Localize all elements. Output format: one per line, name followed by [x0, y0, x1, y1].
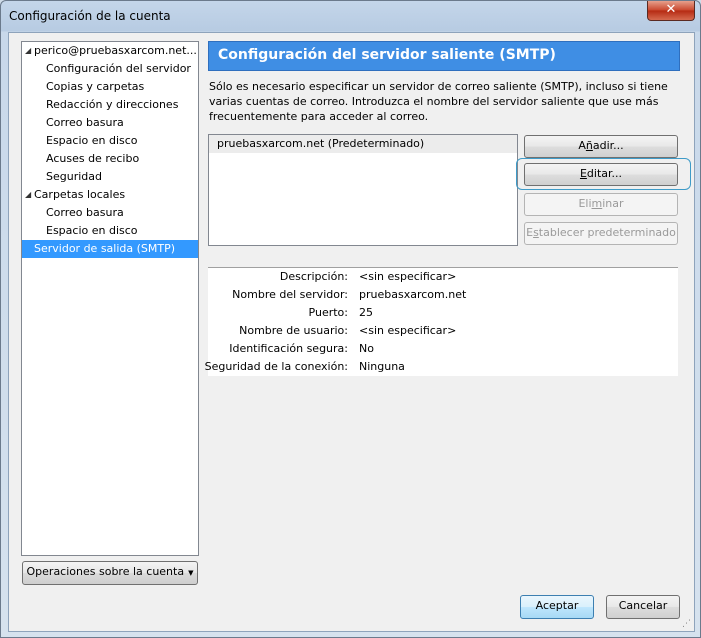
panel-header: Configuración del servidor saliente (SMT… [208, 41, 680, 71]
detail-label: Nombre del servidor: [232, 288, 348, 301]
panel-title: Configuración del servidor saliente (SMT… [218, 47, 556, 63]
tree-item-composition[interactable]: Redacción y direcciones [22, 96, 198, 114]
detail-value: Ninguna [359, 360, 405, 373]
remove-label-end: inar [602, 197, 624, 210]
tree-item-label: Seguridad [46, 170, 102, 183]
detail-value: <sin especificar> [359, 324, 457, 337]
tree-item-label: Copias y carpetas [46, 80, 145, 93]
tree-item-server-settings[interactable]: Configuración del servidor [22, 60, 198, 78]
add-label-accel: ñ [585, 139, 593, 152]
remove-button[interactable]: Eliminar [524, 193, 678, 216]
edit-label-end: ditar... [586, 167, 623, 180]
list-item[interactable]: pruebasxarcom.net (Predeterminado) [209, 135, 517, 153]
expand-triangle-icon[interactable]: ◢ [25, 42, 31, 60]
detail-label: Puerto: [308, 306, 348, 319]
set-default-button[interactable]: Establecer predeterminado [524, 222, 678, 245]
tree-item-smtp[interactable]: Servidor de salida (SMTP) [22, 240, 198, 258]
detail-row: Nombre de usuario: <sin especificar> [208, 322, 678, 340]
remove-label-accel: m [591, 197, 603, 210]
detail-label: Identificación segura: [229, 342, 348, 355]
expand-triangle-icon[interactable]: ◢ [25, 186, 31, 204]
title-bar[interactable]: Configuración de la cuenta ✕ [1, 1, 700, 31]
resize-grip-icon[interactable]: ⋰ [682, 619, 692, 629]
detail-value: pruebasxarcom.net [359, 288, 467, 301]
tree-item-label: Carpetas locales [34, 188, 126, 201]
tree-item-label: Servidor de salida (SMTP) [34, 242, 176, 255]
detail-row: Nombre del servidor: pruebasxarcom.net [208, 286, 678, 304]
ok-label: Aceptar [535, 599, 579, 612]
tree-item-label: Correo basura [46, 116, 124, 129]
close-icon: ✕ [665, 2, 677, 17]
tree-item-local-disk-space[interactable]: Espacio en disco [22, 222, 198, 240]
account-tree[interactable]: ◢ perico@pruebasxarcom.net... Configurac… [21, 41, 199, 556]
tree-item-disk-space[interactable]: Espacio en disco [22, 132, 198, 150]
dialog-client-area: ◢ perico@pruebasxarcom.net... Configurac… [8, 32, 695, 632]
tree-item-label: Espacio en disco [46, 224, 138, 237]
detail-value: No [359, 342, 374, 355]
account-actions-label: Operaciones sobre la cuenta [26, 565, 185, 578]
panel-description: Sólo es necesario especificar un servido… [209, 80, 668, 123]
remove-label-start: Eli [578, 197, 592, 210]
detail-label: Seguridad de la conexión: [204, 360, 348, 373]
close-button[interactable]: ✕ [647, 1, 695, 21]
tree-item-receipts[interactable]: Acuses de recibo [22, 150, 198, 168]
window-title: Configuración de la cuenta [9, 9, 171, 23]
tree-item-label: Acuses de recibo [46, 152, 140, 165]
edit-button[interactable]: Editar... [524, 163, 678, 186]
add-button[interactable]: Añadir... [524, 135, 678, 158]
tree-item-security[interactable]: Seguridad [22, 168, 198, 186]
tree-item-label: perico@pruebasxarcom.net... [34, 44, 197, 57]
tree-item-account[interactable]: ◢ perico@pruebasxarcom.net... [22, 42, 198, 60]
cancel-button[interactable]: Cancelar [606, 595, 680, 619]
ok-button[interactable]: Aceptar [520, 595, 594, 619]
tree-item-label: Correo basura [46, 206, 124, 219]
account-actions-button[interactable]: Operaciones sobre la cuenta ▼ [22, 561, 198, 585]
detail-label: Nombre de usuario: [239, 324, 348, 337]
account-settings-window: Configuración de la cuenta ✕ ◢ perico@pr… [0, 0, 701, 638]
detail-row: Seguridad de la conexión: Ninguna [204, 358, 678, 376]
tree-item-label: Redacción y direcciones [46, 98, 179, 111]
smtp-server-list[interactable]: pruebasxarcom.net (Predeterminado) [208, 134, 518, 246]
tree-item-label: Configuración del servidor [46, 62, 191, 75]
tree-item-label: Espacio en disco [46, 134, 138, 147]
dropdown-arrow-icon: ▼ [188, 569, 194, 577]
detail-row: Descripción: <sin especificar> [208, 268, 678, 286]
detail-row: Puerto: 25 [208, 304, 678, 322]
server-name: pruebasxarcom.net (Predeterminado) [217, 137, 425, 150]
tree-item-local-junk[interactable]: Correo basura [22, 204, 198, 222]
detail-row: Identificación segura: No [208, 340, 678, 358]
detail-value: 25 [359, 306, 373, 319]
tree-item-junk[interactable]: Correo basura [22, 114, 198, 132]
server-details: Descripción: <sin especificar> Nombre de… [204, 267, 678, 376]
cancel-label: Cancelar [618, 599, 668, 612]
set-default-label-end: tablecer predeterminado [538, 226, 676, 239]
tree-item-local-folders[interactable]: ◢ Carpetas locales [22, 186, 198, 204]
add-label-start: A [578, 139, 586, 152]
edit-label-accel: E [579, 167, 587, 180]
tree-item-copies-folders[interactable]: Copias y carpetas [22, 78, 198, 96]
detail-value: <sin especificar> [359, 270, 457, 283]
add-label-end: adir... [592, 139, 624, 152]
detail-label: Descripción: [279, 270, 348, 283]
